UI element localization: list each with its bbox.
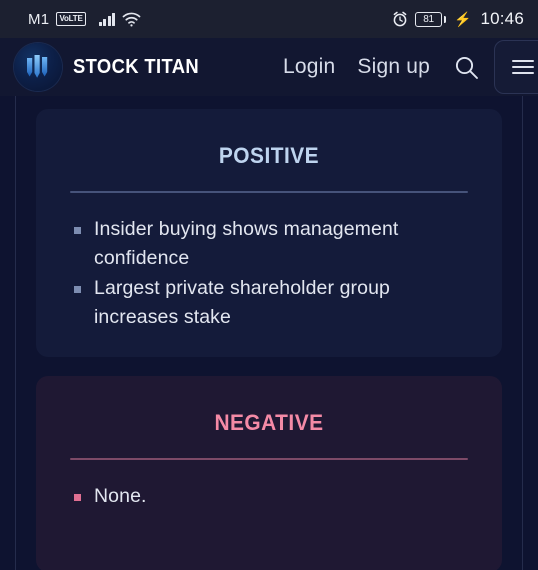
hamburger-menu-icon[interactable]: [494, 40, 538, 94]
brand-home-link[interactable]: STOCK TITAN: [14, 43, 210, 91]
volte-badge: VoLTE: [56, 11, 86, 27]
carrier-label: M1: [28, 10, 50, 28]
battery-cap: [443, 15, 447, 23]
search-icon[interactable]: [441, 54, 490, 81]
signal-bars-icon: [98, 12, 116, 26]
main-nav: Login Sign up: [272, 40, 538, 94]
status-bar-right: 81 ⚡ 10:46: [392, 9, 524, 29]
positive-card-title: Positive: [218, 135, 320, 170]
battery-level-label: 81: [415, 11, 443, 27]
battery-indicator: 81: [415, 11, 447, 27]
phone-screen: M1 VoLTE 81 ⚡ 10:46 STOCK TITAN Login Si…: [0, 0, 538, 570]
charging-bolt-icon: ⚡: [454, 10, 472, 27]
positive-card: Positive Insider buying shows management…: [36, 109, 502, 357]
brand-name: STOCK TITAN: [73, 55, 200, 78]
stock-titan-logo-icon: [14, 43, 62, 91]
signup-link[interactable]: Sign up: [346, 55, 441, 79]
page-left-edge: [15, 96, 16, 570]
status-bar-left: M1 VoLTE: [28, 11, 141, 28]
page-body: Positive Insider buying shows management…: [0, 96, 538, 570]
negative-card: Negative None.: [36, 376, 502, 570]
clock-time: 10:46: [480, 9, 524, 28]
list-item: None.: [68, 482, 472, 511]
list-item: Insider buying shows management confiden…: [68, 215, 472, 273]
login-link[interactable]: Login: [272, 55, 346, 79]
app-header: STOCK TITAN Login Sign up: [0, 38, 538, 96]
negative-card-divider: [70, 458, 468, 460]
alarm-clock-icon: [392, 11, 408, 27]
list-item: Largest private shareholder group increa…: [68, 274, 472, 332]
positive-card-divider: [70, 191, 468, 193]
analysis-section: Positive Insider buying shows management…: [16, 96, 522, 570]
status-bar: M1 VoLTE 81 ⚡ 10:46: [0, 0, 538, 38]
page-right-edge: [522, 96, 523, 570]
negative-points-list: None.: [68, 482, 472, 511]
negative-card-title: Negative: [214, 402, 324, 437]
wifi-icon: [122, 12, 141, 27]
positive-points-list: Insider buying shows management confiden…: [68, 215, 472, 332]
